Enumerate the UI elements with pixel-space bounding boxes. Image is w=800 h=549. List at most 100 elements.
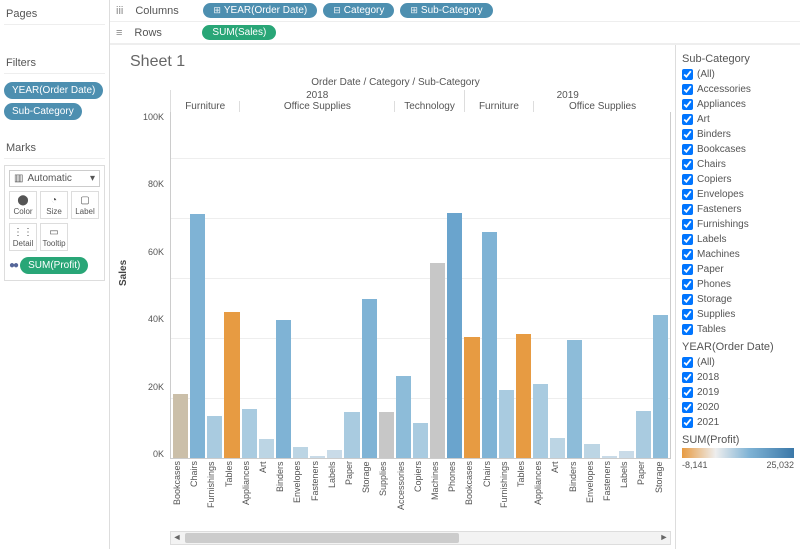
bar[interactable] <box>173 394 188 458</box>
subcategory-filter-item[interactable]: Accessories <box>682 82 794 97</box>
x-tick-label[interactable]: Supplies <box>378 461 393 531</box>
subcategory-filter-item[interactable]: Tables <box>682 322 794 337</box>
category-header[interactable]: Furniture <box>170 101 239 112</box>
checkbox[interactable] <box>682 234 693 245</box>
x-tick-label[interactable]: Bookcases <box>172 461 187 531</box>
subcategory-filter-item[interactable]: Chairs <box>682 157 794 172</box>
year-header[interactable]: 2019 <box>464 90 671 101</box>
x-tick-label[interactable]: Paper <box>636 461 651 531</box>
x-tick-label[interactable]: Bookcases <box>464 461 479 531</box>
category-header[interactable]: Office Supplies <box>533 101 671 112</box>
bar[interactable] <box>619 451 634 458</box>
x-tick-label[interactable]: Fasteners <box>602 461 617 531</box>
category-header[interactable]: Office Supplies <box>239 101 394 112</box>
x-tick-label[interactable]: Tables <box>516 461 531 531</box>
subcategory-filter-item[interactable]: Binders <box>682 127 794 142</box>
x-tick-label[interactable]: Labels <box>327 461 342 531</box>
x-tick-label[interactable]: Labels <box>619 461 634 531</box>
scroll-right-icon[interactable]: ► <box>658 532 670 544</box>
marks-color-pill[interactable]: SUM(Profit) <box>20 257 88 274</box>
checkbox[interactable] <box>682 372 693 383</box>
checkbox[interactable] <box>682 189 693 200</box>
bar[interactable] <box>344 412 359 458</box>
x-tick-label[interactable]: Chairs <box>189 461 204 531</box>
x-tick-label[interactable]: Furnishings <box>499 461 514 531</box>
checkbox[interactable] <box>682 129 693 140</box>
x-tick-label[interactable]: Phones <box>447 461 462 531</box>
subcategory-filter-item[interactable]: Furnishings <box>682 217 794 232</box>
x-tick-label[interactable]: Accessories <box>396 461 411 531</box>
x-tick-label[interactable]: Art <box>258 461 273 531</box>
bar[interactable] <box>550 438 565 458</box>
checkbox[interactable] <box>682 402 693 413</box>
checkbox[interactable] <box>682 159 693 170</box>
checkbox[interactable] <box>682 249 693 260</box>
checkbox[interactable] <box>682 204 693 215</box>
rows-shelf[interactable]: ≡ Rows SUM(Sales) <box>110 22 800 44</box>
checkbox[interactable] <box>682 69 693 80</box>
x-tick-label[interactable]: Machines <box>430 461 445 531</box>
bar[interactable] <box>362 299 377 458</box>
checkbox[interactable] <box>682 357 693 368</box>
bar[interactable] <box>310 456 325 458</box>
filter-pill[interactable]: Sub-Category <box>4 103 82 120</box>
checkbox[interactable] <box>682 279 693 290</box>
marks-label-button[interactable]: ▢Label <box>71 191 99 219</box>
subcategory-filter-item[interactable]: Art <box>682 112 794 127</box>
x-tick-label[interactable]: Appliances <box>533 461 548 531</box>
marks-color-button[interactable]: ⬤Color <box>9 191 37 219</box>
subcategory-filter-item[interactable]: Envelopes <box>682 187 794 202</box>
bar[interactable] <box>602 456 617 458</box>
columns-pill[interactable]: ⊟Category <box>323 3 394 18</box>
x-tick-label[interactable]: Storage <box>361 461 376 531</box>
mark-type-select[interactable]: ▥ Automatic ▾ <box>9 170 100 187</box>
x-tick-label[interactable]: Art <box>550 461 565 531</box>
bar[interactable] <box>293 447 308 458</box>
checkbox[interactable] <box>682 144 693 155</box>
subcategory-filter-item[interactable]: Bookcases <box>682 142 794 157</box>
bar[interactable] <box>464 337 479 458</box>
marks-detail-button[interactable]: ⋮⋮Detail <box>9 223 37 251</box>
x-tick-label[interactable]: Envelopes <box>585 461 600 531</box>
bar[interactable] <box>567 340 582 458</box>
bar[interactable] <box>327 450 342 458</box>
bar[interactable] <box>636 411 651 458</box>
bar[interactable] <box>584 444 599 458</box>
x-tick-label[interactable]: Furnishings <box>206 461 221 531</box>
checkbox[interactable] <box>682 219 693 230</box>
x-tick-label[interactable]: Binders <box>275 461 290 531</box>
marks-tooltip-button[interactable]: ▭Tooltip <box>40 223 68 251</box>
bar[interactable] <box>259 439 274 458</box>
checkbox[interactable] <box>682 264 693 275</box>
bar[interactable] <box>396 376 411 458</box>
subcategory-filter-item[interactable]: Fasteners <box>682 202 794 217</box>
year-filter-item[interactable]: (All) <box>682 355 794 370</box>
horizontal-scrollbar[interactable]: ◄ ► <box>170 531 671 545</box>
subcategory-filter-item[interactable]: Supplies <box>682 307 794 322</box>
x-tick-label[interactable]: Fasteners <box>310 461 325 531</box>
bar[interactable] <box>224 312 239 458</box>
bar[interactable] <box>533 384 548 458</box>
scroll-left-icon[interactable]: ◄ <box>171 532 183 544</box>
category-header[interactable]: Furniture <box>464 101 533 112</box>
x-tick-label[interactable]: Binders <box>568 461 583 531</box>
x-tick-label[interactable]: Copiers <box>413 461 428 531</box>
bar[interactable] <box>447 213 462 458</box>
subcategory-filter-item[interactable]: Appliances <box>682 97 794 112</box>
marks-size-button[interactable]: ◔Size <box>40 191 68 219</box>
bar[interactable] <box>379 412 394 458</box>
year-filter-item[interactable]: 2020 <box>682 400 794 415</box>
columns-shelf[interactable]: iii Columns ⊞YEAR(Order Date)⊟Category⊞S… <box>110 0 800 22</box>
x-tick-label[interactable]: Appliances <box>241 461 256 531</box>
category-header[interactable]: Technology <box>394 101 463 112</box>
subcategory-filter-item[interactable]: Storage <box>682 292 794 307</box>
subcategory-filter-item[interactable]: Phones <box>682 277 794 292</box>
checkbox[interactable] <box>682 114 693 125</box>
checkbox[interactable] <box>682 84 693 95</box>
columns-pill[interactable]: ⊞YEAR(Order Date) <box>203 3 317 18</box>
subcategory-filter-item[interactable]: Machines <box>682 247 794 262</box>
year-filter-item[interactable]: 2018 <box>682 370 794 385</box>
year-header[interactable]: 2018 <box>170 90 464 101</box>
x-tick-label[interactable]: Paper <box>344 461 359 531</box>
bar[interactable] <box>653 315 668 458</box>
